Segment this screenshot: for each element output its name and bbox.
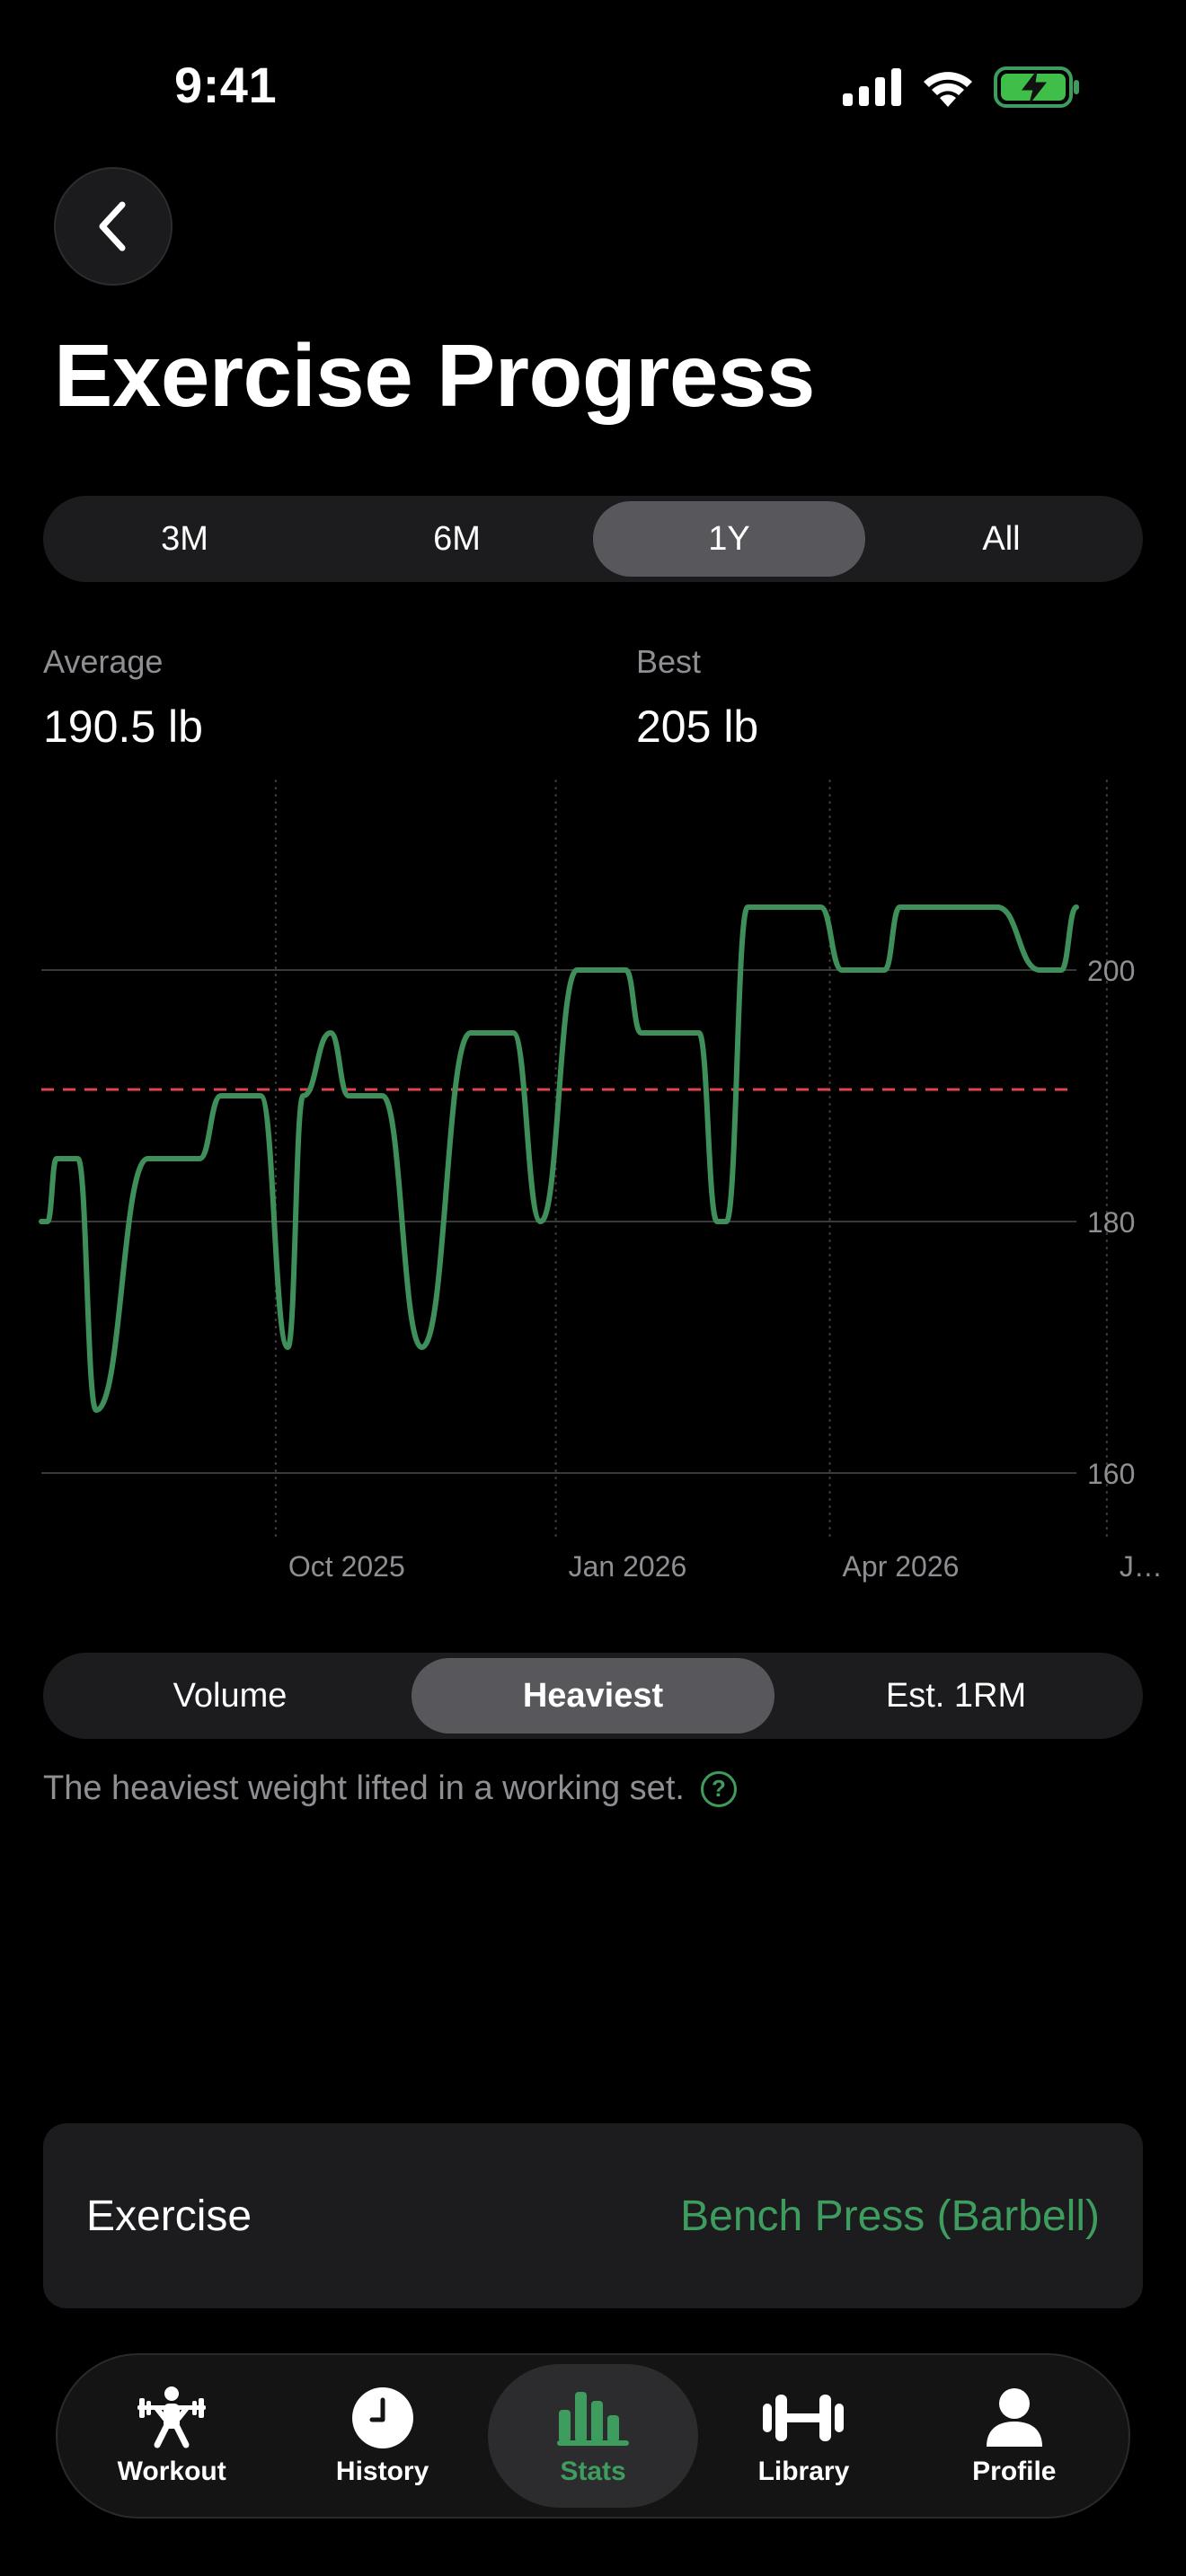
profile-icon [985,2385,1044,2451]
battery-charging-icon [994,66,1079,108]
y-tick-label: 180 [1087,1206,1135,1239]
data-point [39,1219,44,1224]
data-point [995,904,1000,910]
tab-label: Profile [972,2457,1057,2486]
stats-icon [557,2385,630,2451]
exercise-value[interactable]: Bench Press (Barbell) [680,2192,1100,2241]
data-point [328,1030,333,1036]
data-point [839,967,845,973]
data-point [898,904,903,910]
data-point [639,1030,644,1036]
data-point [937,904,943,910]
data-point [723,1219,729,1224]
data-point [714,1219,720,1224]
data-point [760,904,766,910]
metric-description: The heaviest weight lifted in a working … [43,1769,737,1808]
best-stat: Best 205 lb [636,643,758,753]
data-point [218,1093,224,1098]
range-option-all[interactable]: All [865,501,1137,577]
metric-option-volume[interactable]: Volume [49,1658,412,1734]
help-icon[interactable]: ? [700,1770,737,1807]
page-title: Exercise Progress [54,326,815,425]
data-point [258,1093,263,1098]
data-point [624,967,629,973]
data-point [285,1345,290,1350]
data-point [574,967,580,973]
data-point [75,1156,81,1161]
average-stat: Average 190.5 lb [43,643,203,753]
tab-library[interactable]: Library [698,2364,908,2508]
data-point [818,904,823,910]
workout-icon [134,2385,209,2451]
data-point [300,1093,305,1098]
data-point [696,1030,702,1036]
range-option-6m[interactable]: 6M [321,501,593,577]
data-point [197,1156,202,1161]
data-point [745,904,750,910]
wifi-icon [924,72,972,107]
progress-chart[interactable]: Oct 2025 Jan 2026 Apr 2026 J… 160 180 200 [0,772,1186,1599]
data-point [54,1156,59,1161]
data-point [510,1030,516,1036]
best-label: Best [636,643,702,680]
data-point [882,967,888,973]
y-tick-label: 200 [1087,955,1135,987]
library-icon [763,2385,845,2451]
exercise-selector[interactable]: Exercise Bench Press (Barbell) [43,2123,1143,2308]
data-point [166,1156,172,1161]
tab-workout[interactable]: Workout [66,2364,277,2508]
data-point [93,1407,99,1413]
tab-label: Workout [117,2457,226,2486]
chevron-left-icon [99,201,126,251]
exercise-label: Exercise [86,2192,252,2240]
data-point [1058,967,1064,973]
tab-bar: Workout History Stats Library Profile [56,2353,1130,2519]
data-point [420,1345,425,1350]
tab-label: History [335,2457,429,2486]
x-tick-label: Apr 2026 [843,1550,960,1583]
average-label: Average [43,643,164,680]
best-value: 205 lb [636,701,759,752]
tab-label: Library [757,2457,850,2486]
status-icons [843,66,1080,108]
range-option-3m[interactable]: 3M [49,501,321,577]
data-point [1074,904,1079,910]
series-line [39,904,1079,1413]
signal-icon [843,68,901,106]
data-point [538,1219,544,1224]
tab-label: Stats [560,2457,626,2486]
tab-profile[interactable]: Profile [909,2364,1120,2508]
data-point [346,1093,351,1098]
data-point [1037,967,1042,973]
data-point [45,1219,50,1224]
metric-option-est-1rm[interactable]: Est. 1RM [774,1658,1137,1734]
y-tick-label: 160 [1087,1458,1135,1490]
x-tick-label: Jan 2026 [569,1550,687,1583]
description-text: The heaviest weight lifted in a working … [43,1769,685,1807]
metric-option-heaviest[interactable]: Heaviest [412,1658,774,1734]
status-time: 9:41 [174,57,278,113]
average-value: 190.5 lb [43,701,203,752]
back-button[interactable] [54,167,173,286]
data-point [380,1093,385,1098]
data-point [483,1030,489,1036]
x-tick-label: J… [1120,1550,1163,1583]
range-option-1y[interactable]: 1Y [593,501,865,577]
tab-stats[interactable]: Stats [487,2364,699,2508]
range-segmented-control: 3M 6M 1Y All [43,496,1143,582]
data-point [146,1156,151,1161]
history-icon [350,2385,415,2451]
tab-history[interactable]: History [277,2364,487,2508]
data-point [468,1030,474,1036]
metric-segmented-control: Volume Heaviest Est. 1RM [43,1653,1143,1739]
x-tick-label: Oct 2025 [288,1550,405,1583]
